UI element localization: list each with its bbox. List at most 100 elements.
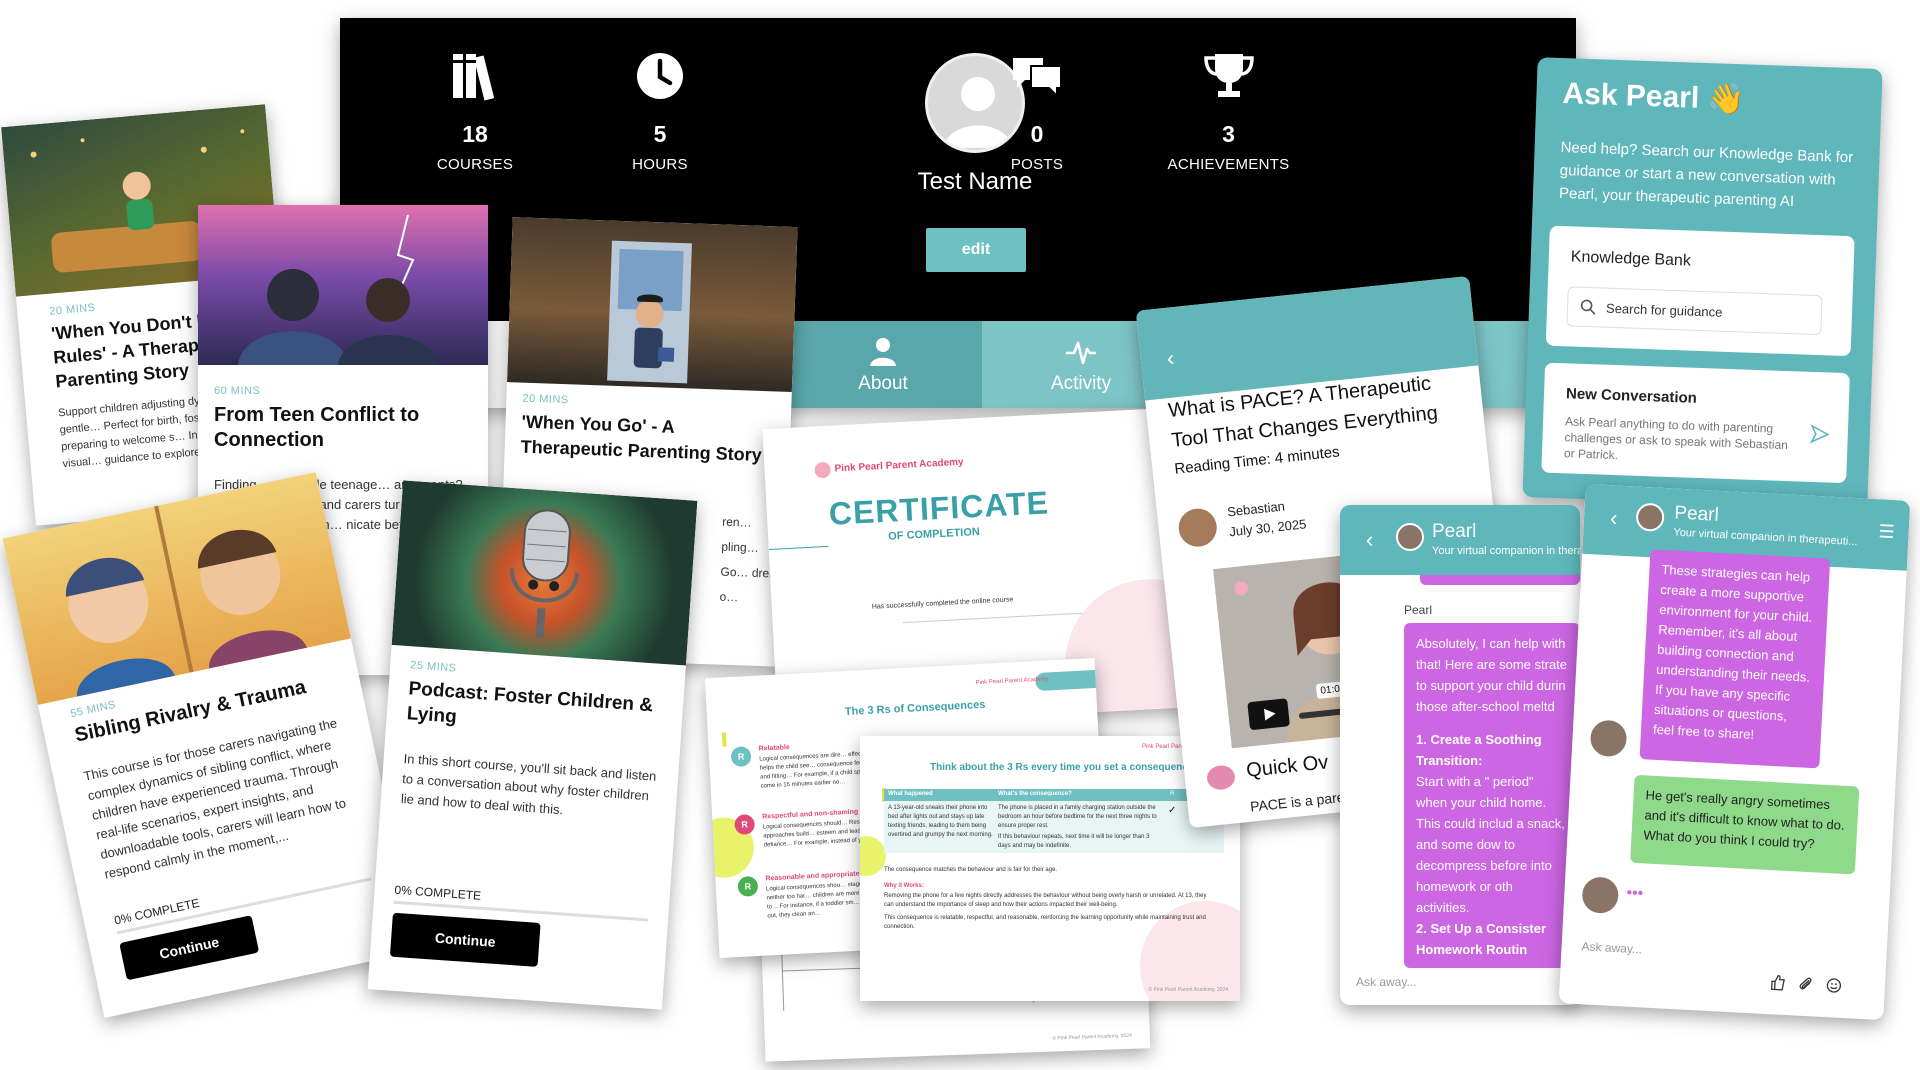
knowledge-bank-title: Knowledge Bank (1570, 248, 1692, 270)
tab-label: Activity (1050, 372, 1112, 394)
ask-pearl-panel: Ask Pearl 👋 Need help? Search our Knowle… (1522, 57, 1883, 509)
ask-pearl-title: Ask Pearl 👋 (1562, 76, 1746, 117)
emoji-icon[interactable] (1826, 977, 1843, 994)
course-duration: 20 MINS (48, 301, 96, 318)
author-avatar (1176, 506, 1219, 549)
search-icon (1580, 299, 1596, 315)
edit-profile-button[interactable]: edit (926, 228, 1026, 272)
blog-section-heading: Quick Ov (1245, 751, 1330, 782)
waving-hand-icon: 👋 (1706, 82, 1746, 117)
r-badge: R (737, 875, 759, 897)
pearl-avatar (1635, 502, 1665, 532)
collage-stage: 18 COURSES 5 HOURS Test Name edit 0 POST… (0, 0, 1920, 1070)
pearl-avatar (1581, 876, 1620, 915)
stat-label: HOURS (632, 156, 688, 173)
pearl-logo-icon (814, 461, 832, 479)
clock-icon (637, 53, 683, 99)
pearl-avatar (1396, 523, 1424, 551)
cell-what-happened: A 13-year-old sneaks their phone into be… (888, 805, 993, 838)
course-thumbnail (391, 480, 698, 666)
worksheet-footer: © Pink Pearl Parent Academy, 2024 (1148, 987, 1228, 993)
decor-circle (860, 836, 886, 876)
tab-label: About (858, 372, 908, 394)
chat-name: Pearl (1432, 521, 1477, 542)
chat-bubbles-icon (1013, 58, 1062, 99)
pearl-avatar (1589, 719, 1628, 758)
attach-icon[interactable] (1798, 976, 1815, 993)
continue-button[interactable]: Continue (119, 915, 260, 981)
worksheet-note: Removing the phone for a few nights dire… (884, 893, 1207, 908)
tab-about[interactable]: About (784, 321, 982, 408)
chat-window: ‹ Pearl Your virtual companion in thera … (1340, 505, 1580, 1005)
course-duration: 60 MINS (214, 385, 261, 397)
stat-posts: 0 POSTS (957, 48, 1117, 173)
message-text: Absolutely, I can help with that! Here a… (1416, 636, 1568, 714)
search-placeholder: Search for guidance (1605, 300, 1723, 320)
back-icon[interactable]: ‹ (1609, 505, 1618, 531)
worksheet-table[interactable]: Pink Pearl Parent Aca… Think about the 3… (860, 736, 1240, 1001)
table-header: What happened What's the consequence? R … (884, 789, 1224, 801)
chat-subtitle: Your virtual companion in therapeuti... (1673, 526, 1858, 549)
thumbs-up-icon[interactable] (1770, 974, 1787, 991)
worksheet-note: This consequence is relatable, respectfu… (884, 915, 1206, 930)
stat-achievements: 3 ACHIEVEMENTS (1141, 48, 1316, 173)
cell-consequence: The phone is placed in a family charging… (998, 805, 1157, 829)
blog-paragraph: PACE is a pare (1249, 788, 1346, 815)
stat-hours: 5 HOURS (580, 48, 740, 173)
message-bubble: These strategies can help create a more … (1639, 549, 1831, 769)
books-icon (453, 54, 495, 101)
col-consequence: What's the consequence? (998, 791, 1072, 797)
knowledge-bank-search-input[interactable]: Search for guidance (1566, 286, 1823, 336)
send-icon[interactable] (1809, 424, 1830, 445)
back-icon[interactable]: ‹ (1166, 345, 1176, 372)
stat-label: ACHIEVEMENTS (1167, 156, 1290, 173)
stat-label: POSTS (1010, 156, 1064, 173)
cell-consequence-repeat: If this behaviour repeats, next time it … (998, 834, 1150, 849)
stat-value: 3 (1222, 121, 1235, 147)
chat-window: ‹ Pearl Your virtual companion in therap… (1558, 483, 1911, 1021)
chat-name: Pearl (1673, 502, 1720, 526)
stat-value: 18 (462, 121, 488, 147)
stat-value: 5 (653, 121, 667, 147)
message-bubble: Absolutely, I can help with that! Here a… (1404, 623, 1580, 968)
decor-bar (721, 732, 727, 747)
certificate-title: CERTIFICATE (828, 484, 1050, 532)
knowledge-bank-box: Knowledge Bank Search for guidance (1545, 225, 1855, 357)
r-heading: Relatable (758, 744, 790, 753)
stat-courses: 18 COURSES (395, 48, 555, 173)
menu-icon[interactable]: ☰ (1878, 521, 1895, 543)
r-badge: R (734, 814, 756, 836)
ask-title-text: Ask Pearl (1561, 77, 1700, 115)
chat-input[interactable]: Ask away... (1356, 975, 1416, 989)
play-button[interactable] (1247, 698, 1290, 731)
new-conversation-title: New Conversation (1565, 385, 1698, 407)
stat-label: COURSES (436, 156, 514, 173)
worksheet-note: The consequence matches the behaviour an… (884, 867, 1058, 873)
col-r: R (1170, 791, 1175, 797)
certificate-brand: Pink Pearl Parent Academy (834, 456, 964, 475)
course-title: Podcast: Foster Children & Lying (406, 678, 654, 728)
course-thumbnail (198, 205, 488, 365)
chat-subtitle: Your virtual companion in thera (1432, 545, 1580, 557)
divider (768, 545, 829, 551)
divider (902, 612, 1083, 624)
course-card[interactable]: 25 MINS Podcast: Foster Children & Lying… (367, 480, 698, 1010)
new-conversation-box[interactable]: New Conversation Ask Pearl anything to d… (1541, 362, 1850, 484)
course-thumbnail (507, 217, 798, 393)
message-bubble: He get's really angry sometimes and it's… (1630, 774, 1860, 875)
course-description: In this short course, you'll sit back an… (400, 751, 657, 818)
back-icon[interactable]: ‹ (1366, 527, 1373, 553)
message-text: Start with a " period" when your child h… (1416, 774, 1565, 915)
check-icon: ✓ (1168, 805, 1177, 816)
certificate-line: Has successfully completed the online co… (871, 596, 1014, 611)
r-badge: R (730, 746, 752, 768)
pulse-icon (1066, 341, 1096, 364)
brain-icon (1205, 764, 1237, 791)
course-progress-label: 0% COMPLETE (394, 882, 482, 903)
continue-button[interactable]: Continue (389, 912, 541, 967)
play-icon (1264, 708, 1276, 721)
worksheet-title: The 3 Rs of Consequences (844, 698, 986, 719)
trophy-icon (1203, 54, 1254, 97)
course-title: From Teen Conflict to Connection (214, 404, 420, 451)
chat-input[interactable]: Ask away... (1581, 939, 1642, 956)
